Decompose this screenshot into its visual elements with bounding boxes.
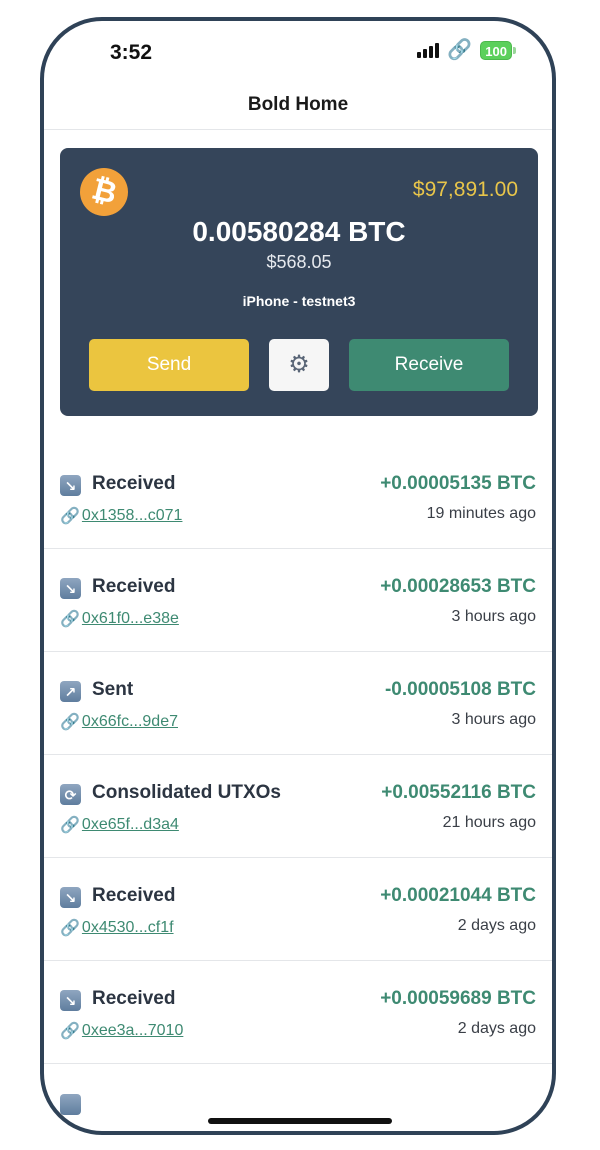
transaction-time: 2 days ago	[457, 917, 536, 934]
consolidate-icon	[60, 1094, 81, 1115]
transaction-row[interactable]: ↗ Sent 🔗 0x66fc...9de7 -0.00005108 BTC 3 …	[44, 652, 552, 755]
gear-icon: ⚙	[288, 351, 310, 378]
wallet-card: ₿ $97,891.00 0.00580284 BTC $568.05 iPho…	[60, 148, 538, 416]
received-arrow-icon: ↘	[60, 475, 81, 496]
transaction-amount: +0.00552116 BTC	[381, 782, 536, 803]
chain-link-icon: 🔗	[60, 508, 80, 525]
phone-frame: 3:52 🔗 100 Bold Home ₿ $97,891.00 0.0058…	[40, 17, 556, 1135]
transaction-type: Sent	[92, 679, 134, 700]
consolidate-icon: ⟳	[60, 784, 81, 805]
page-title: Bold Home	[247, 94, 349, 115]
transaction-list[interactable]: ↘ Received 🔗 0x1358...c071 +0.00005135 BT…	[44, 446, 552, 1124]
transaction-row[interactable]: ⟳ Consolidated UTXOs 🔗 0xe65f...d3a4 +0.0…	[44, 755, 552, 858]
fiat-balance: $568.05	[266, 252, 332, 272]
received-arrow-icon: ↘	[60, 990, 81, 1011]
transaction-time: 3 hours ago	[451, 608, 536, 625]
transaction-amount: +0.00021044 BTC	[380, 885, 536, 906]
transaction-amount: +0.00005135 BTC	[380, 473, 536, 494]
transaction-amount: +0.00059689 BTC	[380, 988, 536, 1009]
transaction-hash-link[interactable]: 🔗 0x66fc...9de7	[60, 712, 178, 732]
transaction-amount: -0.00005108 BTC	[384, 679, 536, 700]
sent-arrow-icon: ↗	[60, 681, 81, 702]
transaction-time: 19 minutes ago	[426, 505, 536, 522]
chain-link-icon: 🔗	[60, 817, 80, 834]
transaction-hash-link[interactable]: 🔗 0xe65f...d3a4	[60, 815, 179, 835]
nav-divider	[44, 129, 552, 130]
transaction-hash-link[interactable]: 🔗 0x4530...cf1f	[60, 918, 174, 938]
chain-link-icon: 🔗	[60, 1023, 80, 1040]
transaction-time: 21 hours ago	[442, 814, 536, 831]
transaction-row[interactable]: ↘ Received 🔗 0x4530...cf1f +0.00021044 BT…	[44, 858, 552, 961]
battery-level: 100	[480, 40, 512, 60]
screen: 3:52 🔗 100 Bold Home ₿ $97,891.00 0.0058…	[44, 21, 552, 1131]
transaction-type: Received	[92, 988, 176, 1009]
transaction-type: Received	[92, 885, 176, 906]
received-arrow-icon: ↘	[60, 578, 81, 599]
btc-balance: 0.00580284 BTC	[192, 216, 406, 247]
chain-link-icon: 🔗	[60, 611, 80, 628]
wallet-name: iPhone - testnet3	[242, 293, 356, 309]
transaction-type: Consolidated UTXOs	[92, 782, 281, 803]
chain-link-icon: 🔗	[60, 920, 80, 937]
transaction-row-partial[interactable]	[44, 1064, 552, 1124]
receive-button[interactable]: Receive	[349, 339, 509, 391]
transaction-row[interactable]: ↘ Received 🔗 0x1358...c071 +0.00005135 BT…	[44, 446, 552, 549]
transaction-type: Received	[92, 473, 176, 494]
transaction-hash-link[interactable]: 🔗 0x61f0...e38e	[60, 609, 179, 629]
status-time: 3:52	[110, 41, 153, 64]
transaction-row[interactable]: ↘ Received 🔗 0x61f0...e38e +0.00028653 BT…	[44, 549, 552, 652]
status-icons: 🔗 100	[417, 40, 516, 60]
transaction-type: Received	[92, 576, 176, 597]
link-icon: 🔗	[447, 39, 473, 61]
signal-icon	[417, 42, 440, 58]
home-indicator[interactable]	[208, 1118, 392, 1124]
transaction-row[interactable]: ↘ Received 🔗 0xee3a...7010 +0.00059689 BT…	[44, 961, 552, 1064]
received-arrow-icon: ↘	[60, 887, 81, 908]
bitcoin-logo-icon: ₿	[80, 168, 128, 216]
settings-button[interactable]: ⚙	[269, 339, 329, 391]
send-button[interactable]: Send	[89, 339, 249, 391]
transaction-amount: +0.00028653 BTC	[380, 576, 536, 597]
transaction-time: 3 hours ago	[451, 711, 536, 728]
transaction-hash-link[interactable]: 🔗 0xee3a...7010	[60, 1021, 183, 1041]
battery-icon: 100	[480, 40, 516, 60]
chain-link-icon: 🔗	[60, 714, 80, 731]
transaction-hash-link[interactable]: 🔗 0x1358...c071	[60, 506, 182, 526]
btc-price: $97,891.00	[412, 178, 518, 201]
transaction-time: 2 days ago	[457, 1020, 536, 1037]
